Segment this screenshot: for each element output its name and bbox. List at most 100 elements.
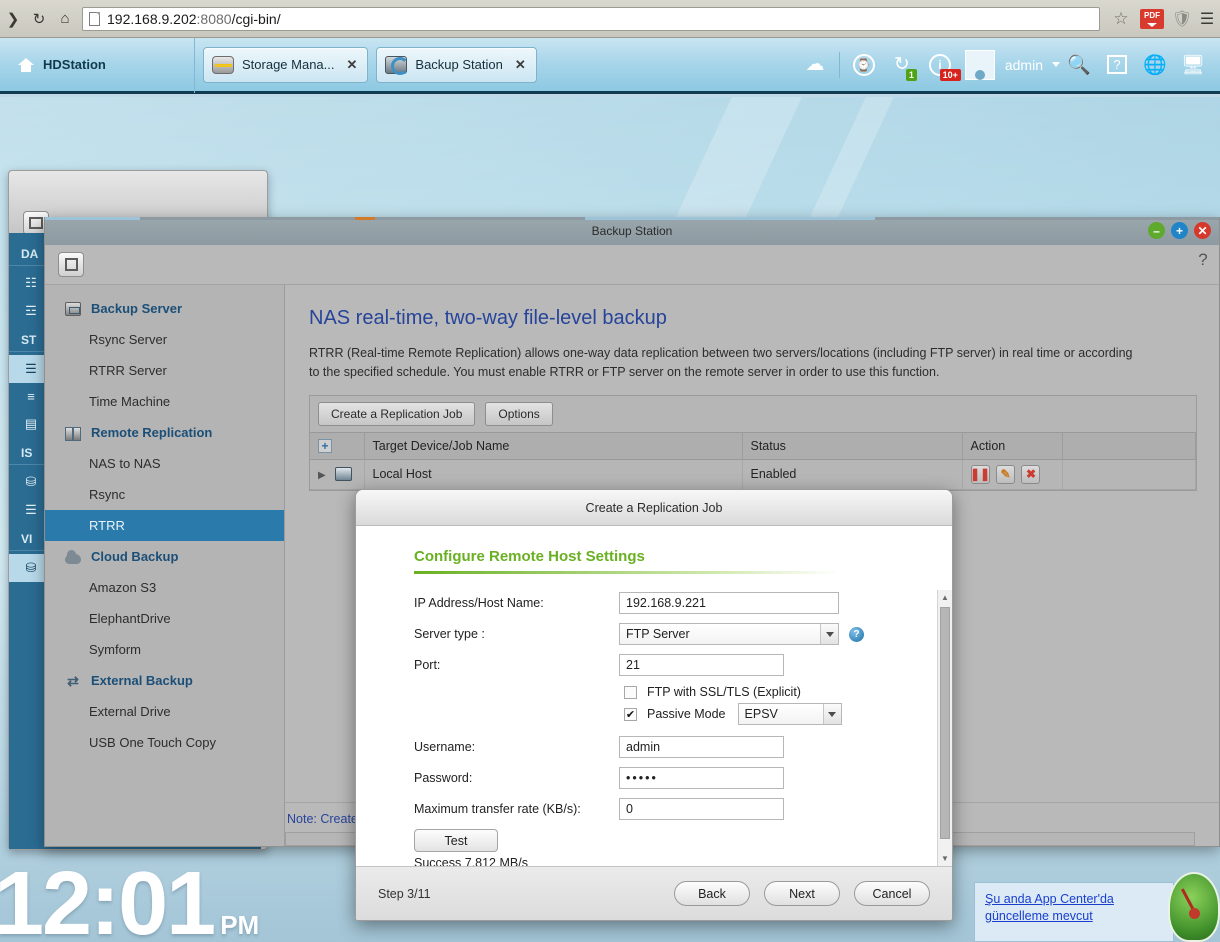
edit-icon[interactable]: ✎ [995,464,1015,484]
create-replication-job-button[interactable]: Create a Replication Job [318,401,476,426]
app-center-notification[interactable]: ✕ Şu anda App Center'da güncelleme mevcu… [974,879,1207,942]
field-row-ssl[interactable]: FTP with SSL/TLS (Explicit) [624,685,952,699]
reload-icon[interactable]: ↻ [26,10,52,28]
taskbar-tab-backup-station[interactable]: Backup Station ✕ [376,46,537,83]
sidebar-item-symform[interactable]: Symform [45,634,284,665]
cell-target-device: Local Host [364,459,743,490]
server-type-select[interactable]: FTP Server [619,623,839,645]
search-icon[interactable]: 🔍 [1060,37,1098,93]
globe-icon[interactable]: 🌐 [1136,37,1174,93]
gauge-hub [1189,908,1200,919]
job-toolbar: Create a Replication Job Options [310,396,1196,432]
sidebar-group-cloud-backup[interactable]: Cloud Backup [45,541,284,572]
close-icon[interactable]: ✕ [347,57,358,73]
sidebar-item-time-machine[interactable]: Time Machine [45,386,284,417]
sidebar-group-remote-replication[interactable]: Remote Replication [45,417,284,448]
clock-time: 12:01 [0,854,216,942]
scroll-up-icon[interactable]: ▲ [938,590,952,605]
avatar[interactable] [964,49,995,80]
url-host: 192.168.9.202 [107,10,197,27]
ip-input[interactable]: 192.168.9.221 [619,592,839,614]
pause-icon[interactable]: ❚❚ [970,464,990,484]
backup-station-icon [385,55,410,75]
chevron-down-icon[interactable] [1052,62,1060,67]
dialog-section-heading: Configure Remote Host Settings [414,548,645,565]
sync-icon[interactable]: ↻ 1 [883,37,921,93]
column-expand[interactable]: + [310,431,365,460]
hamburger-menu-icon[interactable]: ☰ [1194,9,1220,29]
info-icon[interactable]: i 10+ [921,37,961,93]
delete-icon[interactable]: ✖ [1021,464,1041,484]
close-icon[interactable]: ✕ [515,57,526,73]
field-row-passive-mode[interactable]: Passive Mode EPSV [624,703,952,725]
monitor-icon[interactable]: 🖥 [1174,37,1212,93]
dialog-scrollbar[interactable]: ▲ ▼ [937,590,952,866]
create-replication-job-dialog[interactable]: Create a Replication Job Configure Remot… [355,489,953,921]
test-button[interactable]: Test [414,829,498,852]
column-target-device[interactable]: Target Device/Job Name [364,431,743,460]
next-button[interactable]: Next [764,881,840,906]
cancel-button[interactable]: Cancel [854,881,930,906]
sidebar-group-backup-server[interactable]: Backup Server [45,293,284,324]
options-button[interactable]: Options [485,401,553,426]
notification-link-line1[interactable]: Şu anda App Center'da [985,891,1163,908]
chevron-down-icon[interactable] [820,624,838,644]
sidebar-toggle-icon[interactable] [58,252,84,277]
passive-mode-select[interactable]: EPSV [737,703,842,725]
sidebar-group-external-backup[interactable]: ⇄ External Backup [45,665,284,696]
help-icon[interactable]: ? [1098,37,1136,93]
add-column-icon[interactable]: + [318,438,332,453]
taskbar-tab-storage-manager[interactable]: Storage Mana... ✕ [203,46,369,83]
page-title: NAS real-time, two-way file-level backup [309,307,667,329]
back-arrow-icon[interactable]: ❯ [0,10,26,28]
sidebar-item-nas-to-nas[interactable]: NAS to NAS [45,448,284,479]
scroll-down-icon[interactable]: ▼ [938,851,952,866]
home-icon[interactable]: ⌂ [52,10,78,27]
virtual-disk-icon: ⛁ [25,560,37,575]
close-button[interactable]: ✕ [1194,222,1211,239]
resource-monitor-gauge[interactable] [1168,872,1220,942]
row-expander-cell[interactable]: ▶ [310,459,365,490]
ip-label: IP Address/Host Name: [414,596,544,610]
help-icon[interactable]: ? [849,626,864,642]
notification-link-line2[interactable]: güncelleme mevcut [985,908,1163,925]
cell-actions: ❚❚ ✎ ✖ [962,459,1063,490]
username-input[interactable]: admin [619,736,784,758]
sidebar-item-amazon-s3[interactable]: Amazon S3 [45,572,284,603]
sidebar-item-rtrr[interactable]: RTRR [45,510,284,541]
field-row-username: Username: admin [414,736,952,758]
username-label[interactable]: admin [1001,57,1047,73]
password-input[interactable]: ••••• [619,767,784,789]
address-bar[interactable]: 192.168.9.202:8080/cgi-bin/ [82,6,1100,31]
replication-job-table: + Target Device/Job Name Status Action ▶ [310,431,1196,490]
field-row-transfer-rate: Maximum transfer rate (KB/s): 0 [414,798,952,820]
back-button[interactable]: Back [674,881,750,906]
help-icon[interactable]: ? [1195,251,1211,273]
column-status[interactable]: Status [742,431,963,460]
passive-mode-checkbox[interactable] [624,707,637,721]
chevron-right-icon[interactable]: ▶ [318,470,326,481]
shield-icon[interactable]: 🛡 [1170,9,1194,29]
minimize-button[interactable]: – [1148,222,1165,239]
sidebar-item-rsync[interactable]: Rsync [45,479,284,510]
port-input[interactable]: 21 [619,654,784,676]
pdf-extension-button[interactable]: PDF [1140,8,1164,29]
maximize-button[interactable]: + [1171,222,1188,239]
sidebar-item-elephantdrive[interactable]: ElephantDrive [45,603,284,634]
column-action[interactable]: Action [962,431,1063,460]
ssl-checkbox[interactable] [624,685,637,699]
column-spacer [1062,431,1196,460]
sidebar-item-rtrr-server[interactable]: RTRR Server [45,355,284,386]
table-row[interactable]: ▶ Local Host Enabled ❚❚ ✎ ✖ [310,459,1196,490]
sidebar-item-rsync-server[interactable]: Rsync Server [45,324,284,355]
scrollbar-thumb[interactable] [940,607,950,839]
chevron-down-icon[interactable] [822,704,841,724]
sidebar-item-usb-one-touch-copy[interactable]: USB One Touch Copy [45,727,284,758]
sidebar-item-external-drive[interactable]: External Drive [45,696,284,727]
star-icon[interactable]: ☆ [1108,9,1134,29]
transfer-rate-input[interactable]: 0 [619,798,784,820]
clock-icon[interactable]: ⌚ [845,37,883,93]
hdstation-home-button[interactable]: HDStation [0,36,195,93]
cloud-icon[interactable]: ☁ [796,37,834,93]
volume-icon: ≡ [27,389,35,404]
